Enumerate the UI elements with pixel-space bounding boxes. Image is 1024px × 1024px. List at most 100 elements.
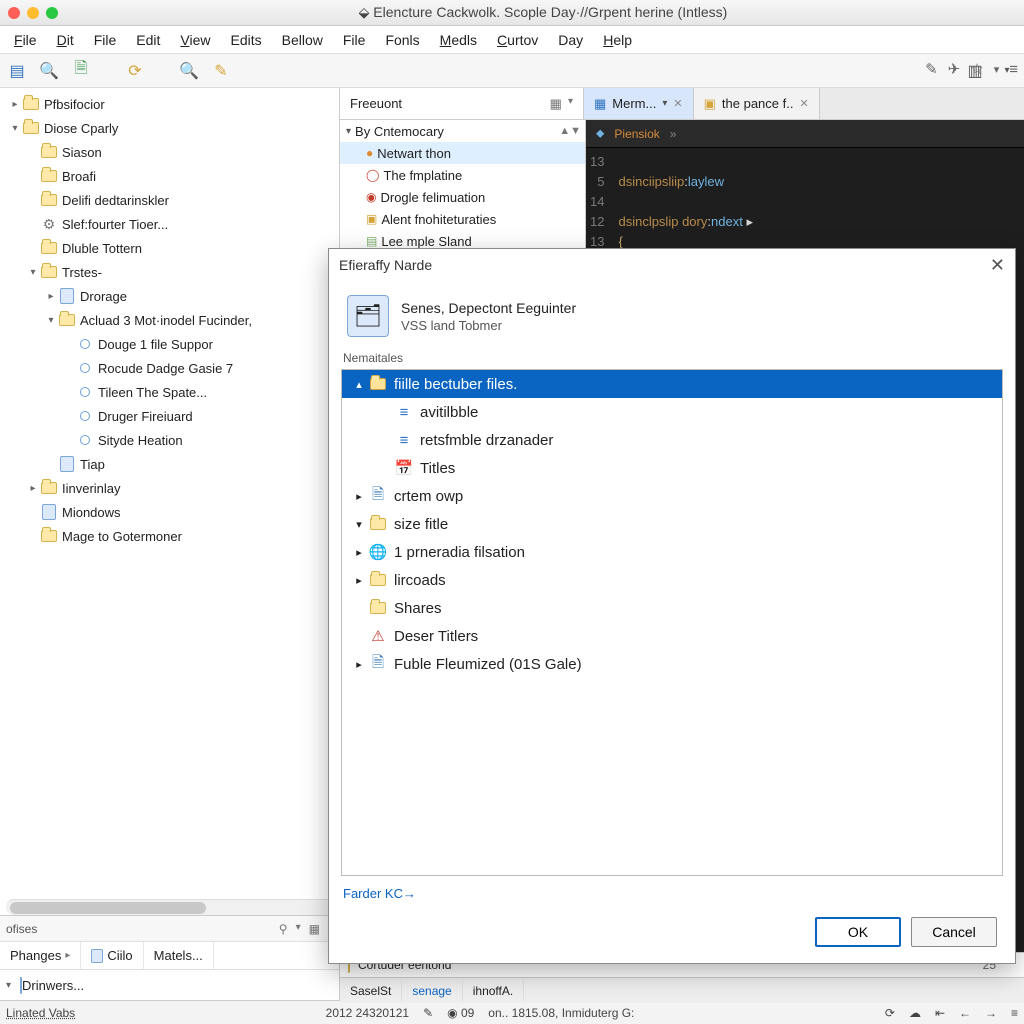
expand-icon[interactable]: ▸: [350, 490, 368, 503]
new-icon[interactable]: ▤: [6, 60, 28, 82]
sort-icon[interactable]: ▲▼: [559, 125, 581, 137]
menu-item[interactable]: Curtov: [487, 28, 548, 52]
editor-tab[interactable]: ▣the pance f..✕: [694, 88, 820, 119]
tree-row[interactable]: ⚙Slef:fourter Tioer...: [2, 212, 337, 236]
chevron-down-icon[interactable]: ▾: [568, 96, 573, 112]
close-icon[interactable]: ✕: [799, 97, 808, 110]
wand-icon[interactable]: ✎: [210, 60, 232, 82]
lower-tab[interactable]: Ciilo: [81, 942, 143, 969]
project-tree[interactable]: ▸Pfbsifocior▾Diose CparlySiasonBroafiDel…: [0, 88, 339, 895]
cancel-button[interactable]: Cancel: [911, 917, 997, 947]
chevron-down-icon[interactable]: ▾: [296, 922, 301, 936]
tree-row[interactable]: Druger Fireiuard: [2, 404, 337, 428]
filter-icon[interactable]: ⚲: [279, 922, 288, 936]
cloud-icon[interactable]: ☁: [909, 1006, 921, 1020]
expand-icon[interactable]: ▾: [44, 315, 58, 326]
sync-icon[interactable]: ⟳: [885, 1006, 895, 1020]
pin-icon[interactable]: ✈: [948, 60, 961, 78]
grid-icon[interactable]: ▦: [309, 922, 320, 936]
menu-item[interactable]: Medls: [430, 28, 487, 52]
lower-tab[interactable]: Matels...: [144, 942, 214, 969]
tree-row[interactable]: Delifi dedtarinskler: [2, 188, 337, 212]
menu-item[interactable]: File: [333, 28, 376, 52]
sidebar-scrollbar[interactable]: [6, 899, 333, 915]
expand-icon[interactable]: ▾: [26, 267, 40, 278]
close-window-icon[interactable]: [8, 7, 20, 19]
edit-icon[interactable]: ✎: [423, 1006, 433, 1020]
maximize-window-icon[interactable]: [46, 7, 58, 19]
dialog-footer-link[interactable]: Farder KC→: [329, 876, 1015, 901]
close-icon[interactable]: ✕: [673, 97, 682, 110]
menu-item[interactable]: File: [84, 28, 127, 52]
tree-row[interactable]: Rocude Dadge Gasie 7: [2, 356, 337, 380]
tree-row[interactable]: ▸Iinverinlay: [2, 476, 337, 500]
write-icon[interactable]: ✎: [925, 60, 938, 78]
dialog-tree-row[interactable]: ⚠Deser Titlers: [342, 622, 1002, 650]
tree-row[interactable]: Dluble Tottern: [2, 236, 337, 260]
dialog-tree-row[interactable]: ▾size fitle: [342, 510, 1002, 538]
tree-row[interactable]: Broafi: [2, 164, 337, 188]
outline-item[interactable]: ◯The fmplatine: [340, 164, 585, 186]
find-icon[interactable]: 🔍: [178, 60, 200, 82]
dialog-tree-row[interactable]: ▸🌐1 prneradia filsation: [342, 538, 1002, 566]
prev-icon[interactable]: ⇤: [935, 1006, 945, 1020]
tree-row[interactable]: ▾Diose Cparly: [2, 116, 337, 140]
chevron-down-icon[interactable]: ▾: [994, 63, 1000, 76]
grid-icon[interactable]: ▦: [550, 96, 562, 112]
expand-icon[interactable]: ▾: [350, 518, 368, 531]
sec-tab[interactable]: SaselSt: [340, 981, 402, 1001]
tree-row[interactable]: Douge 1 file Suppor: [2, 332, 337, 356]
lower-tab[interactable]: Phanges▸: [0, 942, 81, 969]
chevron-down-icon[interactable]: ▾: [346, 126, 351, 137]
menu-icon[interactable]: ≡: [1009, 61, 1018, 78]
dialog-tree-row[interactable]: Shares: [342, 594, 1002, 622]
dialog-tree-row[interactable]: ▴fiille bectuber files.: [342, 370, 1002, 398]
menu-item[interactable]: File: [4, 28, 47, 52]
menu-item[interactable]: Edit: [126, 28, 170, 52]
dialog-tree-row[interactable]: 📅Titles: [342, 454, 1002, 482]
expand-icon[interactable]: ▸: [350, 658, 368, 671]
tree-row[interactable]: Sityde Heation: [2, 428, 337, 452]
dialog-tree-row[interactable]: ≡retsfmble drzanader: [342, 426, 1002, 454]
outline-item[interactable]: ▣Alent fnohiteturaties: [340, 208, 585, 230]
outline-item[interactable]: ●Netwart thon: [340, 142, 585, 164]
menu-item[interactable]: Day: [548, 28, 593, 52]
tree-row[interactable]: Tileen The Spate...: [2, 380, 337, 404]
menu-item[interactable]: Help: [593, 28, 642, 52]
expand-icon[interactable]: ▸: [350, 574, 368, 587]
star-icon[interactable]: ☆: [970, 60, 983, 78]
expand-icon[interactable]: ▴: [350, 378, 368, 391]
tree-row[interactable]: Mage to Gotermoner: [2, 524, 337, 548]
expand-icon[interactable]: ▸: [44, 291, 58, 302]
tree-row[interactable]: ▸Pfbsifocior: [2, 92, 337, 116]
tree-row[interactable]: Miondows: [2, 500, 337, 524]
lower-item-label[interactable]: Drinwers...: [22, 978, 84, 993]
menu-item[interactable]: Edits: [221, 28, 272, 52]
sec-tab[interactable]: senage: [402, 981, 462, 1001]
tree-row[interactable]: Tiap: [2, 452, 337, 476]
tree-row[interactable]: Siason: [2, 140, 337, 164]
expand-icon[interactable]: ▸: [8, 99, 22, 110]
menu-item[interactable]: View: [170, 28, 220, 52]
expand-icon[interactable]: ▾: [6, 980, 20, 991]
outline-root[interactable]: ▾ By Cntemocary ▲▼: [340, 120, 585, 142]
menu-item[interactable]: Fonls: [375, 28, 429, 52]
tree-row[interactable]: ▾Trstes-: [2, 260, 337, 284]
refresh-icon[interactable]: ⟳: [124, 60, 146, 82]
close-icon[interactable]: ✕: [990, 255, 1005, 276]
search-icon[interactable]: 🔍: [38, 60, 60, 82]
tree-row[interactable]: ▾Acluad 3 Mot·inodel Fucinder,: [2, 308, 337, 332]
outline-item[interactable]: ◉Drogle felimuation: [340, 186, 585, 208]
expand-icon[interactable]: ▸: [350, 546, 368, 559]
dialog-tree-row[interactable]: ▸🗎crtem owp: [342, 482, 1002, 510]
menu-item[interactable]: Bellow: [272, 28, 333, 52]
chevron-down-icon[interactable]: ▾: [662, 98, 667, 109]
dialog-tree[interactable]: ▴fiille bectuber files.≡avitilbble≡retsf…: [341, 369, 1003, 876]
menu-icon[interactable]: ≡: [1011, 1006, 1018, 1020]
tree-row[interactable]: ▸Drorage: [2, 284, 337, 308]
save-icon[interactable]: 🗎: [70, 60, 92, 82]
minimize-window-icon[interactable]: [27, 7, 39, 19]
dialog-tree-row[interactable]: ≡avitilbble: [342, 398, 1002, 426]
outline-tab[interactable]: Freeuont ▦ ▾: [340, 88, 584, 119]
back-icon[interactable]: ←: [959, 1006, 971, 1020]
